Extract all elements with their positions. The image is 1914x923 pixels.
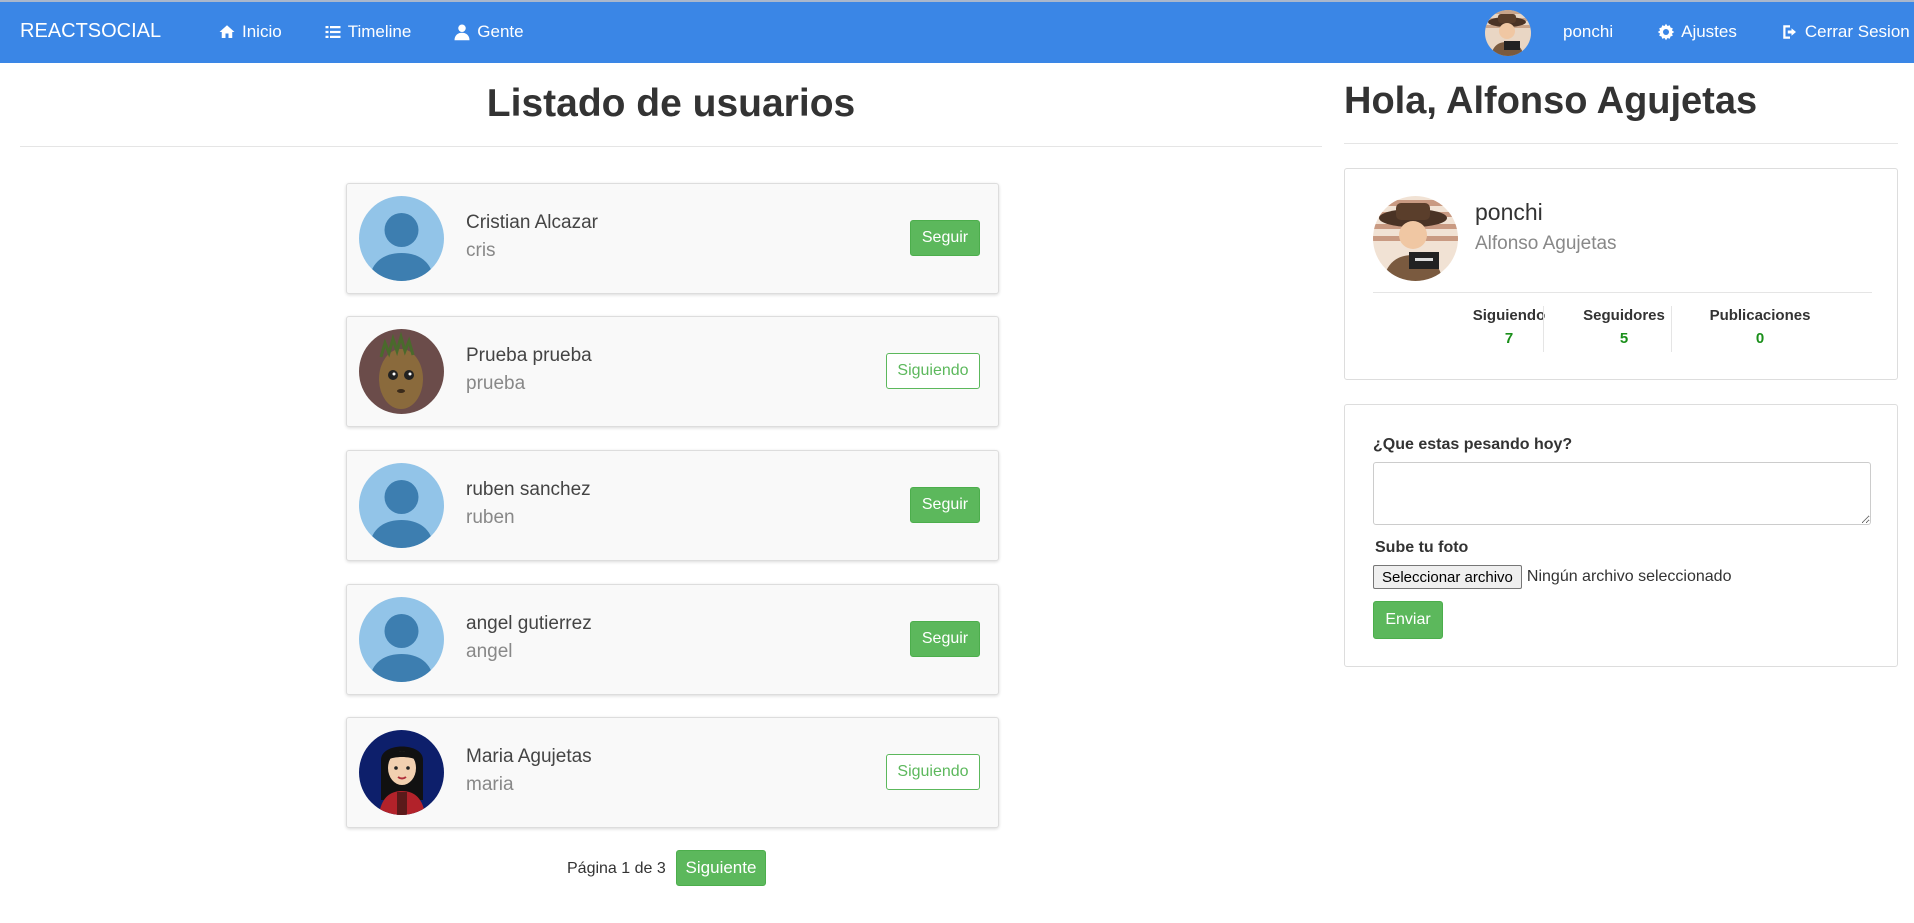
home-icon [219,25,235,38]
user-nick: angel [466,641,513,662]
stat-followers[interactable]: Seguidores 5 [1563,307,1685,347]
stat-followers-value: 5 [1619,330,1629,347]
stat-followers-label: Seguidores [1583,307,1665,324]
user-card: Prueba prueba prueba Siguiendo [346,316,999,427]
user-nav: ponchi Ajustes Cerrar Sesion [1563,22,1910,42]
page-title: Listado de usuarios [486,82,856,125]
profile-avatar[interactable] [1373,196,1458,281]
file-input: Seleccionar archivo Ningún archivo selec… [1373,565,1731,589]
nav-inicio[interactable]: Inicio [218,22,282,42]
pagination-status: Página 1 de 3 [567,860,666,877]
nav-logout[interactable]: Cerrar Sesion [1781,22,1910,42]
cowboy-avatar-icon [1373,196,1458,281]
user-nick: maria [466,774,514,795]
user-name[interactable]: Maria Agujetas [466,746,592,768]
default-avatar-icon[interactable] [359,196,444,281]
user-nick: prueba [466,373,526,394]
brand-logo[interactable]: REACTSOCIAL [20,20,161,43]
user-name[interactable]: Prueba prueba [466,345,592,367]
send-post-button[interactable]: Enviar [1373,601,1443,639]
post-text-input[interactable] [1373,462,1871,525]
profile-nick: ponchi [1475,199,1543,225]
stat-publications-label: Publicaciones [1709,307,1811,324]
following-button[interactable]: Siguiendo [886,754,980,790]
choose-file-button[interactable]: Seleccionar archivo [1373,565,1522,589]
photo-upload-label: Sube tu foto [1375,539,1469,556]
user-nick: cris [466,240,496,261]
title-divider [20,146,1322,147]
nav-timeline[interactable]: Timeline [324,22,412,42]
user-card: angel gutierrez angel Seguir [346,584,999,695]
following-button[interactable]: Siguiendo [886,353,980,389]
user-card: ruben sanchez ruben Seguir [346,450,999,561]
user-name[interactable]: angel gutierrez [466,613,592,635]
nav-inicio-label: Inicio [242,22,282,41]
stat-following-value: 7 [1504,330,1514,347]
post-question-label: ¿Que estas pesando hoy? [1373,436,1573,453]
new-post-panel: ¿Que estas pesando hoy? Sube tu foto Sel… [1344,404,1898,667]
next-page-button[interactable]: Siguiente [676,850,766,886]
follow-button[interactable]: Seguir [910,621,980,657]
user-card: Maria Agujetas maria Siguiendo [346,717,999,828]
stat-following-label: Siguiendo [1472,307,1546,324]
profile-full-name: Alfonso Agujetas [1475,233,1617,254]
cowboy-avatar-icon [1485,10,1531,56]
stat-publications-value: 0 [1755,330,1765,347]
user-name[interactable]: ruben sanchez [466,479,591,501]
nav-logout-label: Cerrar Sesion [1804,22,1910,41]
user-icon [454,24,470,41]
nav-user-avatar[interactable] [1485,10,1531,56]
mulan-avatar-icon[interactable] [359,730,444,815]
sign-out-icon [1783,25,1796,39]
nav-gente[interactable]: Gente [453,22,524,42]
user-nick: ruben [466,507,515,528]
file-status-text: Ningún archivo seleccionado [1526,568,1732,585]
main-nav: Inicio Timeline Gente [218,22,524,42]
profile-panel: ponchi Alfonso Agujetas Siguiendo 7 Segu… [1344,168,1898,380]
top-navbar: REACTSOCIAL Inicio Timeline Gente ponchi [0,0,1914,63]
user-card: Cristian Alcazar cris Seguir [346,183,999,294]
stat-following[interactable]: Siguiendo 7 [1445,307,1573,347]
stat-divider [1543,306,1544,352]
nav-timeline-label: Timeline [347,22,412,41]
greeting-divider [1344,143,1898,144]
nav-gente-label: Gente [477,22,524,41]
stat-divider [1671,306,1672,352]
follow-button[interactable]: Seguir [910,220,980,256]
profile-divider [1373,292,1872,293]
user-name[interactable]: Cristian Alcazar [466,212,598,234]
greeting-title: Hola, Alfonso Agujetas [1344,80,1758,122]
nav-ajustes[interactable]: Ajustes [1657,22,1737,42]
nav-ajustes-label: Ajustes [1681,22,1737,41]
list-icon [325,26,341,38]
nav-user-nick-label: ponchi [1563,22,1614,41]
default-avatar-icon[interactable] [359,463,444,548]
nav-user-nick[interactable]: ponchi [1563,22,1613,42]
groot-avatar-icon[interactable] [359,329,444,414]
stat-publications[interactable]: Publicaciones 0 [1685,307,1835,347]
default-avatar-icon[interactable] [359,597,444,682]
follow-button[interactable]: Seguir [910,487,980,523]
gear-icon [1657,23,1675,41]
